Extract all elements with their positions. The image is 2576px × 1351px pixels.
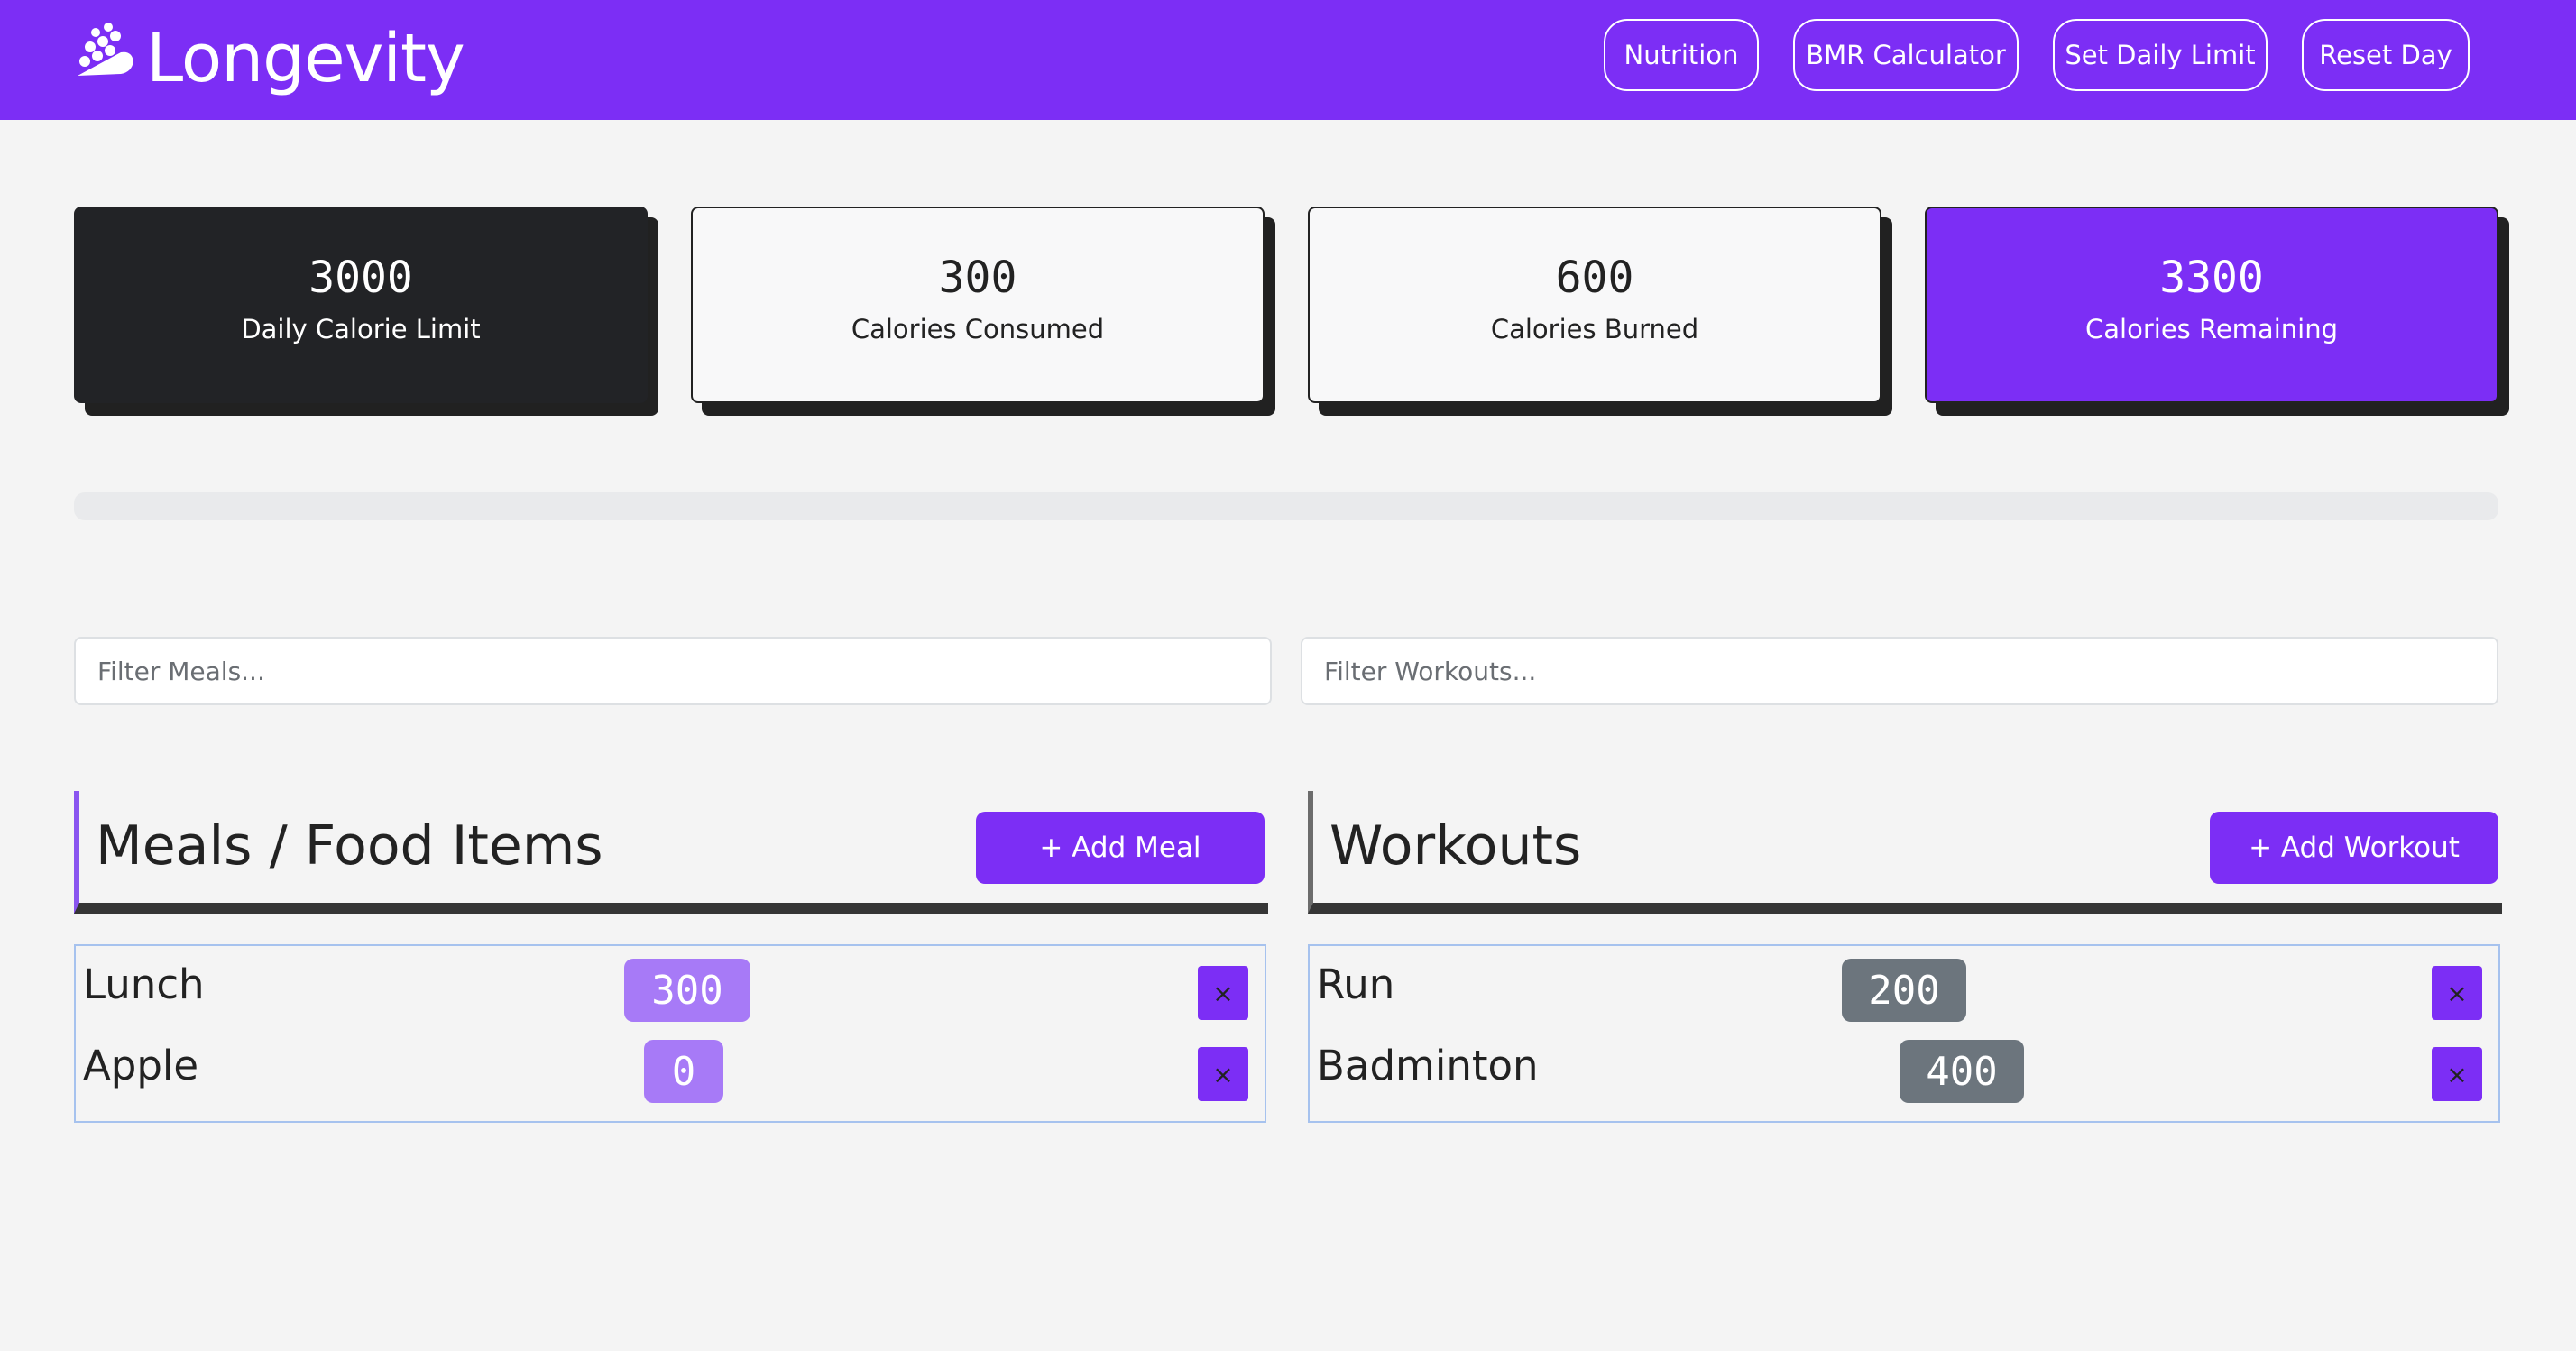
calorie-progress-bar [74,492,2498,520]
meals-title: Meals / Food Items [96,814,603,878]
meal-name: Lunch [83,960,205,1008]
stat-label: Daily Calorie Limit [241,314,481,345]
brand[interactable]: Longevity [69,9,465,108]
workouts-title: Workouts [1329,814,1582,878]
stat-card-consumed: 300 Calories Consumed [691,207,1275,416]
stat-card-daily-limit: 3000 Daily Calorie Limit [74,207,658,416]
workout-name: Badminton [1317,1042,1539,1089]
meals-section-header: Meals / Food Items + Add Meal [74,791,1268,914]
stat-label: Calories Remaining [2085,314,2338,345]
brand-name: Longevity [146,20,465,97]
filter-workouts-input[interactable] [1301,637,2498,705]
stat-value: 300 [938,253,1017,303]
stat-card-remaining: 3300 Calories Remaining [1925,207,2509,416]
stat-label: Calories Burned [1490,314,1699,345]
meal-calorie-badge: 0 [644,1040,723,1103]
stat-value: 3300 [2159,253,2264,303]
list-item: Run 200 × [1310,946,2498,1027]
meal-name: Apple [83,1042,199,1089]
workout-calorie-badge: 400 [1900,1040,2024,1103]
list-item: Lunch 300 × [76,946,1265,1027]
list-item: Apple 0 × [76,1027,1265,1108]
list-item: Badminton 400 × [1310,1027,2498,1108]
workout-list: Run 200 × Badminton 400 × [1308,944,2500,1123]
stat-card-burned: 600 Calories Burned [1308,207,1892,416]
meal-calorie-badge: 300 [624,959,750,1022]
delete-meal-button[interactable]: × [1198,1047,1248,1101]
stat-label: Calories Consumed [851,314,1105,345]
stat-value: 600 [1555,253,1634,303]
delete-workout-button[interactable]: × [2432,1047,2482,1101]
navbar: Longevity Nutrition BMR Calculator Set D… [0,0,2576,120]
workout-name: Run [1317,960,1395,1008]
nav-set-daily-limit-button[interactable]: Set Daily Limit [2053,19,2268,91]
add-meal-button[interactable]: + Add Meal [976,812,1265,884]
nav-nutrition-button[interactable]: Nutrition [1604,19,1759,91]
nav-bmr-calculator-button[interactable]: BMR Calculator [1793,19,2019,91]
delete-workout-button[interactable]: × [2432,966,2482,1020]
meal-list: Lunch 300 × Apple 0 × [74,944,1266,1123]
stat-value: 3000 [308,253,413,303]
add-workout-button[interactable]: + Add Workout [2210,812,2498,884]
delete-meal-button[interactable]: × [1198,966,1248,1020]
carrot-logo-icon [78,23,133,76]
workout-calorie-badge: 200 [1842,959,1966,1022]
filter-meals-input[interactable] [74,637,1272,705]
workouts-section-header: Workouts + Add Workout [1308,791,2502,914]
nav-reset-day-button[interactable]: Reset Day [2302,19,2470,91]
